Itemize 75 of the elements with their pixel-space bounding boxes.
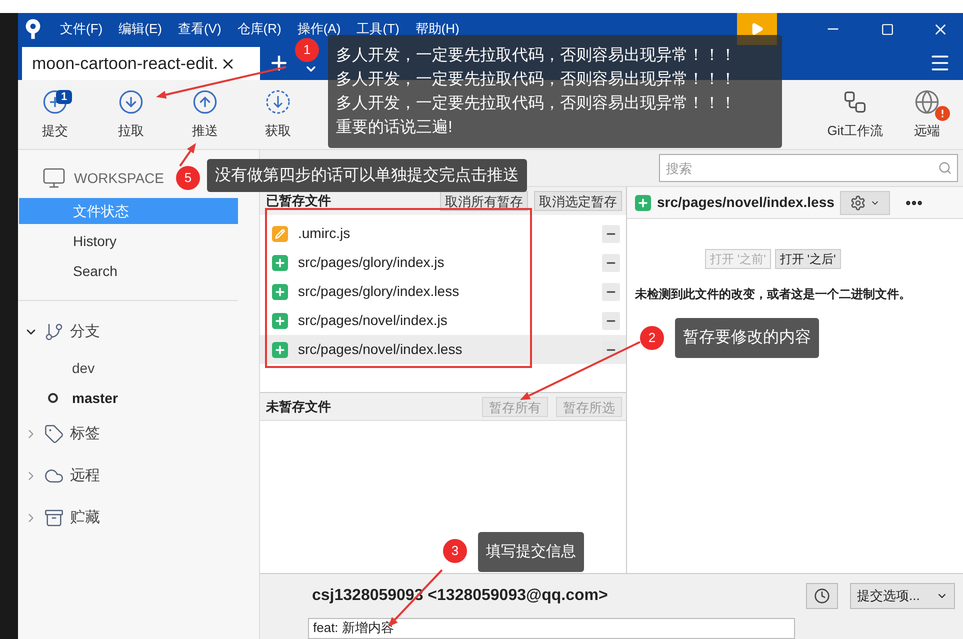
toolbar-button[interactable]: 远端 [891, 84, 963, 146]
section-label[interactable]: 分支 [70, 320, 100, 344]
archive-icon [44, 508, 64, 528]
workspace-label: WORKSPACE [74, 168, 164, 188]
sidebar-item[interactable]: Search [19, 258, 238, 284]
added-icon [272, 254, 288, 270]
settings-dropdown[interactable] [840, 190, 890, 214]
unstage-icon[interactable] [602, 312, 620, 330]
branch-item[interactable]: master [72, 388, 118, 408]
file-path: src/pages/novel/index.js [298, 311, 448, 330]
menu-item[interactable]: 帮助(H) [415, 19, 460, 39]
file-path: src/pages/glory/index.less [298, 282, 460, 301]
added-icon [272, 284, 288, 300]
sidebar-item[interactable]: History [19, 228, 238, 254]
history-button[interactable] [806, 583, 838, 609]
modified-icon [272, 226, 288, 242]
tooltip-text: 暂存要修改的内容 [683, 328, 811, 348]
diff-message: 未检测到此文件的改变，或者这是一个二进制文件。 [635, 286, 911, 303]
commit-options-dropdown[interactable]: 提交选项... [850, 583, 955, 609]
clock-icon [814, 588, 830, 604]
app-logo-icon [24, 18, 42, 40]
file-row[interactable]: src/pages/glory/index.less [260, 277, 626, 306]
tooltip-text: 多人开发，一定要先拉取代码，否则容易出现异常！！！ [336, 46, 736, 66]
file-row[interactable]: src/pages/glory/index.js [260, 248, 626, 277]
section-label[interactable]: 远程 [70, 464, 100, 488]
toolbar-button[interactable]: Git工作流 [819, 84, 891, 146]
tooltip-text: 多人开发，一定要先拉取代码，否则容易出现异常！！！ [336, 70, 736, 90]
maximize-icon[interactable] [881, 22, 894, 36]
file-row[interactable]: src/pages/novel/index.less [260, 335, 626, 364]
section-title: 未暂存文件 [266, 398, 332, 416]
branch-icon [44, 322, 64, 342]
search-icon [938, 161, 952, 175]
unstage-icon[interactable] [602, 282, 620, 300]
play-icon [750, 22, 764, 36]
tag-icon [44, 424, 64, 444]
unstage-icon[interactable] [602, 224, 620, 242]
file-row[interactable]: .umirc.js [260, 219, 626, 248]
menu-item[interactable]: 工具(T) [356, 19, 400, 39]
toolbar-button[interactable]: 推送 [172, 84, 238, 146]
section-label[interactable]: 标签 [70, 422, 100, 446]
tab-title: moon-cartoon-react-edit. [32, 52, 218, 75]
added-icon [635, 194, 651, 210]
file-path: src/pages/glory/index.js [298, 253, 446, 272]
gear-icon [850, 194, 866, 210]
toolbar-button[interactable]: 拉取 [90, 84, 172, 146]
added-icon [272, 342, 288, 358]
diff-file-name: src/pages/novel/index.less [657, 193, 834, 212]
branch-item[interactable]: dev [72, 358, 95, 378]
file-path: src/pages/novel/index.less [298, 340, 464, 359]
file-row[interactable]: src/pages/novel/index.js [260, 306, 626, 335]
add-icon [42, 88, 68, 115]
unstage-button[interactable]: 取消选定暂存 [534, 191, 622, 211]
tooltip-text: 重要的话说三遍! [336, 118, 452, 138]
unstage-icon[interactable] [602, 254, 620, 272]
search-field[interactable]: 搜索 [659, 154, 958, 182]
monitor-icon [42, 166, 66, 190]
added-icon [272, 312, 288, 328]
count-badge: 1 [56, 90, 72, 104]
repo-tab[interactable]: moon-cartoon-react-edit. [22, 47, 260, 80]
flow-icon [842, 88, 868, 115]
section-label[interactable]: 贮藏 [70, 506, 100, 530]
menu-item[interactable]: 操作(A) [297, 19, 341, 39]
menu-item[interactable]: 编辑(E) [118, 19, 162, 39]
toolbar-button[interactable]: 获取 [238, 84, 318, 146]
tooltip-text: 没有做第四步的话可以单独提交完点击推送 [215, 166, 519, 186]
tooltip-text: 多人开发，一定要先拉取代码，否则容易出现异常！！！ [336, 94, 736, 114]
menu-item[interactable]: 仓库(R) [237, 19, 282, 39]
tooltip-text: 填写提交信息 [486, 542, 576, 562]
open-file-button[interactable]: 打开 '之后' [774, 249, 841, 269]
toolbar-button[interactable]: 提交 1 [20, 84, 90, 146]
file-path: .umirc.js [298, 224, 352, 243]
menu-item[interactable]: 查看(V) [178, 19, 222, 39]
globe-icon [914, 88, 940, 115]
section-title: 已暂存文件 [266, 192, 332, 210]
menu-item[interactable]: 文件(F) [60, 19, 103, 39]
